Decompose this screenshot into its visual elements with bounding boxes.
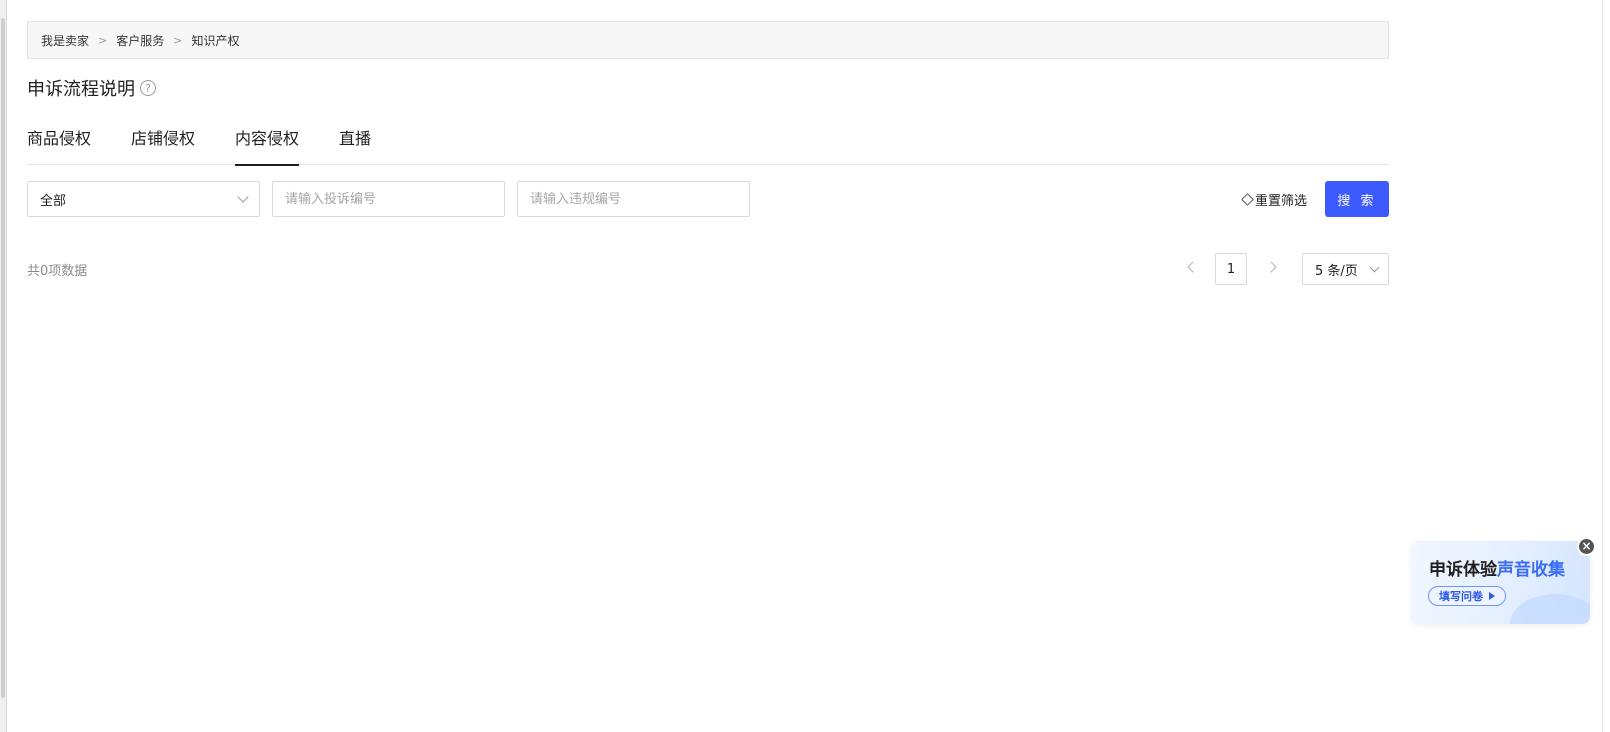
filter-row: 全部 重置筛选 搜 索 bbox=[27, 181, 1389, 217]
right-scrollbar[interactable] bbox=[1602, 0, 1610, 732]
close-icon[interactable]: × bbox=[1577, 537, 1596, 556]
survey-title: 申诉体验声音收集 bbox=[1429, 555, 1565, 580]
tab-product-infringement[interactable]: 商品侵权 bbox=[27, 126, 91, 165]
page-title: 申诉流程说明 ? bbox=[27, 75, 156, 101]
survey-decoration bbox=[1510, 594, 1590, 624]
page-title-text: 申诉流程说明 bbox=[27, 79, 135, 100]
chevron-down-icon bbox=[237, 191, 249, 203]
breadcrumb: 我是卖家 > 客户服务 > 知识产权 bbox=[27, 21, 1389, 59]
breadcrumb-separator: > bbox=[98, 33, 108, 47]
tab-bar: 商品侵权 店铺侵权 内容侵权 直播 bbox=[27, 126, 1389, 166]
survey-title-part1: 申诉体验 bbox=[1429, 560, 1497, 580]
breadcrumb-item-ip: 知识产权 bbox=[191, 33, 240, 48]
chevron-down-icon bbox=[1369, 262, 1380, 273]
search-button[interactable]: 搜 索 bbox=[1325, 181, 1389, 217]
reset-filters-label: 重置筛选 bbox=[1255, 193, 1308, 209]
chevron-left-icon[interactable] bbox=[1187, 261, 1199, 273]
eraser-icon bbox=[1241, 192, 1254, 206]
tab-store-infringement[interactable]: 店铺侵权 bbox=[131, 126, 195, 165]
help-icon[interactable]: ? bbox=[140, 80, 156, 96]
tab-content-infringement[interactable]: 内容侵权 bbox=[235, 126, 300, 166]
result-row: 共0项数据 1 5 条/页 bbox=[27, 253, 1389, 285]
left-scrollbar[interactable] bbox=[0, 0, 7, 732]
page-size-value: 5 条/页 bbox=[1315, 263, 1358, 279]
total-count: 共0项数据 bbox=[27, 264, 88, 279]
play-icon bbox=[1489, 592, 1495, 600]
chevron-right-icon[interactable] bbox=[1265, 261, 1277, 273]
violation-number-input[interactable] bbox=[517, 181, 750, 217]
breadcrumb-separator: > bbox=[173, 33, 183, 47]
reset-filters-button[interactable]: 重置筛选 bbox=[1241, 181, 1308, 217]
status-select[interactable]: 全部 bbox=[27, 181, 260, 217]
page-number-button[interactable]: 1 bbox=[1215, 253, 1247, 285]
survey-title-part2: 声音收集 bbox=[1497, 560, 1565, 580]
fill-survey-button[interactable]: 填写问卷 bbox=[1428, 586, 1506, 606]
status-select-value: 全部 bbox=[40, 193, 67, 209]
survey-widget[interactable]: 申诉体验声音收集 填写问卷 bbox=[1411, 541, 1590, 624]
fill-survey-label: 填写问卷 bbox=[1439, 590, 1483, 603]
left-scrollbar-thumb[interactable] bbox=[1, 18, 5, 698]
complaint-number-input[interactable] bbox=[272, 181, 505, 217]
tab-live-stream[interactable]: 直播 bbox=[339, 126, 371, 165]
breadcrumb-item-seller[interactable]: 我是卖家 bbox=[41, 32, 89, 49]
page-size-select[interactable]: 5 条/页 bbox=[1302, 253, 1389, 285]
breadcrumb-item-customer-service[interactable]: 客户服务 bbox=[116, 32, 164, 49]
